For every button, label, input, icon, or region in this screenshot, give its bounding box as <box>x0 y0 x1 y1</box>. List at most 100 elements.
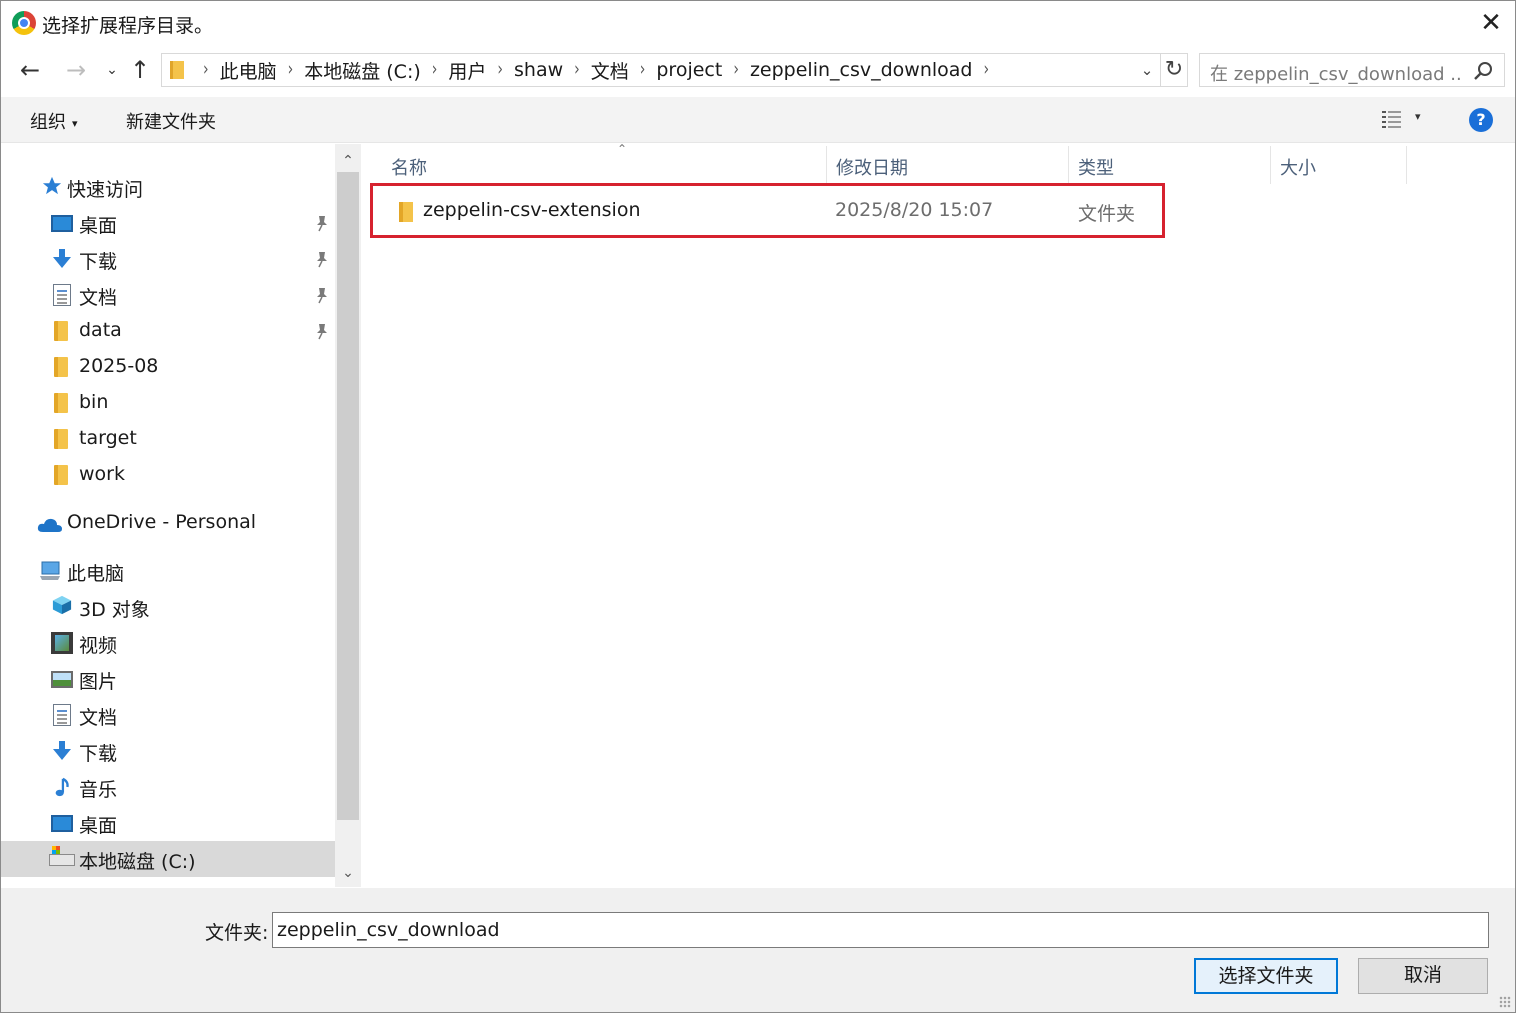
folder-icon <box>54 465 68 485</box>
sidebar-item-videos[interactable]: 视频 <box>1 625 335 661</box>
sidebar-item-desktop-pc[interactable]: 桌面 <box>1 805 335 841</box>
sidebar-item-label: 文档 <box>79 287 118 309</box>
back-button[interactable]: ← <box>15 55 45 85</box>
sidebar-item-documents[interactable]: 文档 <box>1 277 335 313</box>
desktop-icon <box>51 815 73 832</box>
search-box[interactable]: 在 zeppelin_csv_download ... <box>1199 53 1505 87</box>
sidebar-item-downloads-pc[interactable]: 下载 <box>1 733 335 769</box>
search-icon[interactable] <box>1472 60 1494 82</box>
folder-icon <box>170 61 184 79</box>
music-icon <box>55 777 69 797</box>
up-button[interactable]: ↑ <box>125 55 155 85</box>
column-header-modified[interactable]: 修改日期 <box>826 144 1068 184</box>
column-header-name[interactable]: ⌃ 名称 <box>381 142 826 184</box>
sidebar-item-label: target <box>79 427 137 449</box>
breadcrumb-separator[interactable]: › <box>203 60 209 81</box>
sidebar-item-label: 桌面 <box>79 215 118 237</box>
pictures-icon <box>51 671 73 688</box>
sidebar-item-label: 2025-08 <box>79 355 159 377</box>
select-folder-button[interactable]: 选择文件夹 <box>1194 958 1338 994</box>
folder-picker-dialog: 选择扩展程序目录。 ✕ ← → ⌄ ↑ › 此电脑 › 本地磁盘 (C:) › … <box>0 0 1516 1013</box>
breadcrumb-this-pc[interactable]: 此电脑 <box>220 57 277 84</box>
breadcrumb-separator[interactable]: › <box>640 60 646 81</box>
sidebar-item-this-pc[interactable]: 此电脑 <box>1 553 335 589</box>
breadcrumb-project[interactable]: project <box>656 59 722 81</box>
sidebar-item-local-disk-c[interactable]: 本地磁盘 (C:) <box>1 841 335 877</box>
sidebar-item-pictures[interactable]: 图片 <box>1 661 335 697</box>
breadcrumb-separator[interactable]: › <box>574 60 580 81</box>
folder-icon <box>54 393 68 413</box>
column-label: 类型 <box>1078 158 1114 179</box>
download-icon <box>53 741 71 760</box>
column-header-size[interactable]: 大小 <box>1270 144 1406 184</box>
drive-icon <box>49 846 75 866</box>
close-button[interactable]: ✕ <box>1471 3 1511 43</box>
column-divider[interactable] <box>1406 146 1407 184</box>
breadcrumb-shaw[interactable]: shaw <box>514 59 563 81</box>
forward-button[interactable]: → <box>61 55 91 85</box>
navigation-pane: 快速访问 桌面 下载 文档 data 2025-08 bin target wo… <box>1 144 335 887</box>
pin-icon[interactable] <box>314 214 330 232</box>
refresh-button[interactable]: ↻ <box>1160 54 1187 86</box>
breadcrumb-zeppelin-csv-download[interactable]: zeppelin_csv_download <box>750 59 973 81</box>
sidebar-item-desktop[interactable]: 桌面 <box>1 205 335 241</box>
view-options-icon[interactable] <box>1381 109 1403 129</box>
new-folder-button[interactable]: 新建文件夹 <box>126 108 216 134</box>
breadcrumb-separator[interactable]: › <box>288 60 294 81</box>
breadcrumb-separator[interactable]: › <box>432 60 438 81</box>
sidebar-item-data[interactable]: data <box>1 313 335 349</box>
cancel-button[interactable]: 取消 <box>1358 958 1488 994</box>
scroll-down-icon[interactable]: ⌄ <box>335 860 361 886</box>
address-bar[interactable]: › 此电脑 › 本地磁盘 (C:) › 用户 › shaw › 文档 › pro… <box>161 53 1188 87</box>
sidebar-item-label: 文档 <box>79 707 118 729</box>
organize-label: 组织 <box>30 112 66 133</box>
breadcrumb-documents[interactable]: 文档 <box>591 57 629 84</box>
3d-objects-icon <box>52 595 72 615</box>
pin-icon[interactable] <box>314 322 330 340</box>
document-icon <box>53 284 71 306</box>
breadcrumb-local-disk[interactable]: 本地磁盘 (C:) <box>304 57 421 84</box>
computer-icon <box>40 561 60 580</box>
command-bar: 组织 ▾ 新建文件夹 ▾ ? <box>1 97 1515 143</box>
breadcrumb-separator[interactable]: › <box>497 60 503 81</box>
folder-name-input[interactable] <box>272 912 1489 948</box>
view-dropdown-icon[interactable]: ▾ <box>1415 110 1421 123</box>
search-input[interactable]: 在 zeppelin_csv_download ... <box>1210 60 1460 86</box>
star-icon <box>42 176 62 195</box>
sidebar-item-music[interactable]: 音乐 <box>1 769 335 805</box>
recent-locations-button[interactable]: ⌄ <box>97 55 127 85</box>
sidebar-item-onedrive[interactable]: OneDrive - Personal <box>1 505 335 541</box>
sidebar-item-downloads[interactable]: 下载 <box>1 241 335 277</box>
sidebar-item-2025-08[interactable]: 2025-08 <box>1 349 335 385</box>
sidebar-item-3d-objects[interactable]: 3D 对象 <box>1 589 335 625</box>
address-history-dropdown[interactable]: ⌄ <box>1134 54 1160 86</box>
scrollbar-thumb[interactable] <box>337 172 359 820</box>
column-label: 大小 <box>1280 158 1316 179</box>
folder-icon <box>54 429 68 449</box>
scroll-up-icon[interactable]: ⌃ <box>335 148 361 174</box>
resize-grip[interactable] <box>1499 996 1511 1008</box>
download-icon <box>53 249 71 268</box>
pin-icon[interactable] <box>314 286 330 304</box>
sidebar-item-work[interactable]: work <box>1 457 335 493</box>
breadcrumb-separator[interactable]: › <box>983 60 989 81</box>
sidebar-scrollbar[interactable]: ⌃ ⌄ <box>335 144 361 887</box>
sidebar-item-quick-access[interactable]: 快速访问 <box>1 169 335 205</box>
breadcrumb-separator[interactable]: › <box>733 60 739 81</box>
sidebar-item-label: 此电脑 <box>67 563 125 585</box>
organize-menu[interactable]: 组织 ▾ <box>30 108 78 134</box>
sidebar-item-documents-pc[interactable]: 文档 <box>1 697 335 733</box>
sidebar-item-bin[interactable]: bin <box>1 385 335 421</box>
sidebar-item-label: 快速访问 <box>67 179 144 201</box>
sort-ascending-icon: ⌃ <box>617 142 628 156</box>
video-icon <box>51 632 73 654</box>
sidebar-item-label: OneDrive - Personal <box>67 511 257 533</box>
help-icon[interactable]: ? <box>1469 108 1493 132</box>
chevron-down-icon: ▾ <box>72 116 78 130</box>
pin-icon[interactable] <box>314 250 330 268</box>
breadcrumb: › 此电脑 › 本地磁盘 (C:) › 用户 › shaw › 文档 › pro… <box>192 54 1000 86</box>
sidebar-item-target[interactable]: target <box>1 421 335 457</box>
column-header-type[interactable]: 类型 <box>1068 144 1270 184</box>
breadcrumb-users[interactable]: 用户 <box>448 57 486 84</box>
sidebar-item-label: 下载 <box>79 251 118 273</box>
